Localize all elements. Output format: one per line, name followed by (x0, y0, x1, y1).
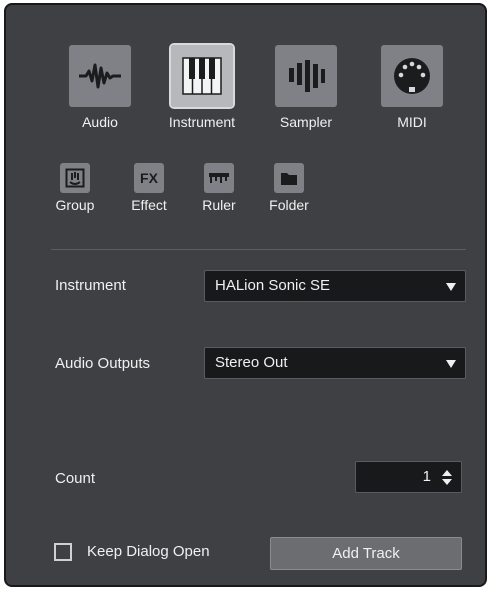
audio-outputs-dropdown[interactable]: Stereo Out (204, 347, 466, 379)
add-track-dialog: Audio Instrument Sampler MIDI Group FX E… (4, 3, 487, 587)
instrument-label: Instrument (55, 277, 126, 294)
track-type-group[interactable]: Group (50, 163, 100, 219)
audio-outputs-label: Audio Outputs (55, 355, 151, 372)
add-track-button[interactable]: Add Track (270, 537, 462, 570)
keep-dialog-open-label: Keep Dialog Open (87, 543, 210, 560)
track-type-label: MIDI (397, 114, 427, 130)
track-type-ruler[interactable]: Ruler (194, 163, 244, 219)
sampler-bars-icon (275, 45, 337, 107)
track-type-label: Instrument (168, 114, 236, 130)
count-label: Count (55, 470, 96, 487)
track-type-midi[interactable]: MIDI (372, 45, 452, 135)
keep-dialog-open-checkbox[interactable] (54, 543, 72, 561)
folder-icon (274, 163, 304, 193)
fx-icon: FX (134, 163, 164, 193)
track-type-audio[interactable]: Audio (60, 45, 140, 135)
track-type-folder[interactable]: Folder (260, 163, 318, 219)
instrument-value: HALion Sonic SE (215, 277, 331, 294)
count-value: 1 (422, 468, 431, 485)
track-type-label: Ruler (202, 197, 236, 213)
audio-outputs-value: Stereo Out (215, 354, 288, 371)
divider (51, 249, 466, 250)
waveform-icon (69, 45, 131, 107)
track-type-sampler[interactable]: Sampler (264, 45, 348, 135)
track-type-label: Group (55, 197, 95, 213)
stepper-down-icon[interactable] (442, 479, 452, 485)
ruler-icon (204, 163, 234, 193)
group-icon (60, 163, 90, 193)
dropdown-arrow-icon (446, 283, 456, 291)
instrument-dropdown[interactable]: HALion Sonic SE (204, 270, 466, 302)
midi-connector-icon (381, 45, 443, 107)
fx-icon-text: FX (140, 170, 158, 186)
track-type-label: Audio (82, 114, 118, 130)
track-type-label: Folder (269, 197, 309, 213)
track-type-label: Sampler (279, 114, 333, 130)
piano-keys-icon (169, 43, 235, 109)
track-type-label: Effect (131, 197, 167, 213)
count-stepper[interactable]: 1 (355, 461, 462, 493)
stepper-up-icon[interactable] (442, 470, 452, 476)
track-type-instrument[interactable]: Instrument (152, 43, 252, 135)
dropdown-arrow-icon (446, 360, 456, 368)
track-type-effect[interactable]: FX Effect (121, 163, 177, 219)
